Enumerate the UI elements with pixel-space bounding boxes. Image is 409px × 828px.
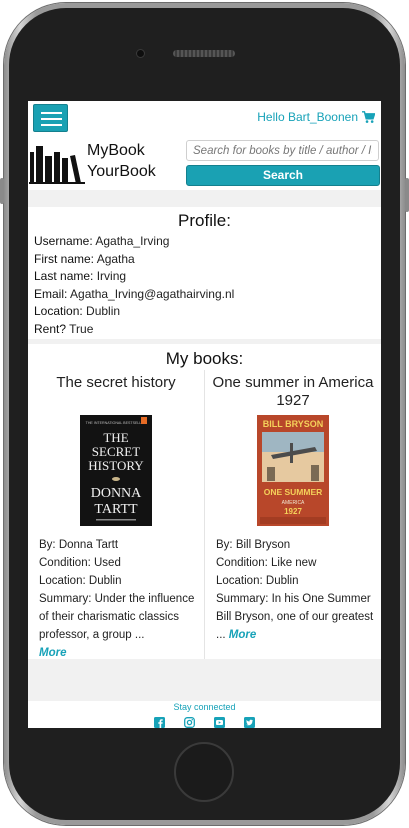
cover-title-line: ONE SUMMER: [264, 487, 323, 497]
profile-label: First name:: [34, 251, 95, 266]
screen: Hello Bart_Boonen MyBook YourBook Search: [28, 101, 381, 728]
profile-value: True: [69, 321, 94, 336]
book-info: By: Bill Bryson Condition: Like new Loca…: [216, 536, 377, 644]
search-button[interactable]: Search: [186, 165, 380, 186]
cover-title-line: THE: [103, 430, 128, 445]
condition-value: Like new: [271, 557, 317, 569]
profile-first-name: First name: Agatha: [28, 251, 381, 269]
stay-connected-text: Stay connected: [173, 702, 236, 712]
book-info: By: Donna Tartt Condition: Used Location…: [39, 536, 200, 662]
facebook-icon[interactable]: [154, 715, 165, 728]
book-summary: Summary: In his One Summer Bill Bryson, …: [216, 590, 377, 644]
user-greeting-link[interactable]: Hello Bart_Boonen: [257, 110, 375, 124]
hamburger-line: [41, 112, 62, 114]
search-input[interactable]: [186, 140, 379, 161]
profile-section: Profile: Username: Agatha_Irving First n…: [28, 207, 381, 339]
side-button-left: [0, 178, 4, 204]
book-location: Location: Dublin: [216, 572, 377, 590]
profile-email: Email: Agatha_Irving@agathairving.nl: [28, 286, 381, 304]
condition-label: Condition:: [39, 557, 91, 569]
more-link[interactable]: More: [39, 647, 66, 659]
by-label: By:: [216, 539, 233, 551]
condition-value: Used: [94, 557, 121, 569]
more-link[interactable]: More: [229, 629, 256, 641]
book-cover-image[interactable]: BILL BRYSON ONE SUMMER AMERICA 1927: [257, 415, 329, 526]
summary-label: Summary:: [39, 593, 92, 605]
brand-line-2: YourBook: [87, 163, 156, 180]
location-value: Dublin: [265, 575, 299, 587]
twitter-icon[interactable]: [244, 715, 255, 728]
cover-title-line: SECRET: [92, 444, 140, 459]
cover-title-line: AMERICA: [282, 500, 305, 506]
book-card[interactable]: One summer in America 1927 BILL BRYSON O…: [204, 370, 381, 659]
profile-value: Irving: [96, 269, 127, 283]
youtube-icon[interactable]: [214, 715, 225, 728]
book-title[interactable]: One summer in America 1927: [205, 370, 381, 414]
speaker-grille: [173, 50, 235, 57]
profile-value: Agatha_Irving: [95, 234, 170, 248]
my-books-title: My books:: [165, 349, 244, 368]
book-title[interactable]: The secret history: [28, 370, 204, 414]
top-bar: Hello Bart_Boonen: [28, 101, 381, 134]
brand-line-1: MyBook: [87, 142, 145, 159]
profile-value: Dublin: [86, 304, 121, 318]
book-condition: Condition: Used: [39, 554, 200, 572]
condition-label: Condition:: [216, 557, 268, 569]
author-value: Donna Tartt: [58, 539, 119, 551]
hamburger-menu-button[interactable]: [33, 104, 68, 132]
book-author: By: Donna Tartt: [39, 536, 200, 554]
location-label: Location:: [39, 575, 86, 587]
hamburger-line: [41, 124, 62, 126]
cover-year: 1927: [284, 507, 302, 516]
author-value: Bill Bryson: [235, 539, 291, 551]
greeting-text: Hello Bart_Boonen: [257, 110, 358, 124]
social-links: [28, 715, 381, 728]
book-summary: Summary: Under the influence of their ch…: [39, 590, 200, 644]
profile-value: Agatha_Irving@agathairving.nl: [70, 286, 235, 301]
location-label: Location:: [216, 575, 263, 587]
footer: Stay connected: [28, 701, 381, 728]
books-logo-icon[interactable]: [29, 142, 85, 184]
profile-label: Location:: [34, 304, 83, 318]
profile-label: Username:: [34, 234, 93, 248]
profile-rent: Rent? True: [28, 321, 381, 339]
profile-label: Email:: [34, 286, 68, 301]
side-button-right: [405, 178, 409, 212]
profile-title: Profile:: [178, 211, 231, 230]
profile-label: Last name:: [34, 269, 94, 283]
cover-author-line: DONNA: [91, 486, 142, 501]
book-condition: Condition: Like new: [216, 554, 377, 572]
hamburger-line: [41, 118, 62, 120]
book-grid: The secret history THE INTERNATIONAL BES…: [28, 370, 381, 659]
by-label: By:: [39, 539, 56, 551]
cover-author-line: TARTT: [94, 502, 138, 517]
home-button[interactable]: [174, 742, 234, 802]
summary-label: Summary:: [216, 593, 269, 605]
book-card[interactable]: The secret history THE INTERNATIONAL BES…: [28, 370, 204, 659]
profile-location: Location: Dublin: [28, 303, 381, 321]
my-books-section: My books: The secret history THE INTERNA…: [28, 344, 381, 659]
cover-author-line: BILL BRYSON: [263, 419, 324, 429]
profile-label: Rent?: [34, 321, 67, 336]
instagram-icon[interactable]: [184, 715, 195, 728]
cover-top-text: THE INTERNATIONAL BESTSELLER: [86, 421, 147, 425]
book-author: By: Bill Bryson: [216, 536, 377, 554]
book-location: Location: Dublin: [39, 572, 200, 590]
book-cover-image[interactable]: THE INTERNATIONAL BESTSELLER THE SECRET …: [80, 415, 152, 526]
cart-icon[interactable]: [362, 110, 375, 124]
profile-last-name: Last name: Irving: [28, 268, 381, 286]
profile-username: Username: Agatha_Irving: [28, 233, 381, 251]
camera-icon: [136, 49, 145, 58]
site-header: MyBook YourBook Search: [28, 134, 381, 190]
location-value: Dublin: [88, 575, 122, 587]
brand-name[interactable]: MyBook YourBook: [87, 140, 156, 182]
profile-value: Agatha: [96, 251, 135, 266]
cover-title-line: HISTORY: [88, 458, 144, 473]
